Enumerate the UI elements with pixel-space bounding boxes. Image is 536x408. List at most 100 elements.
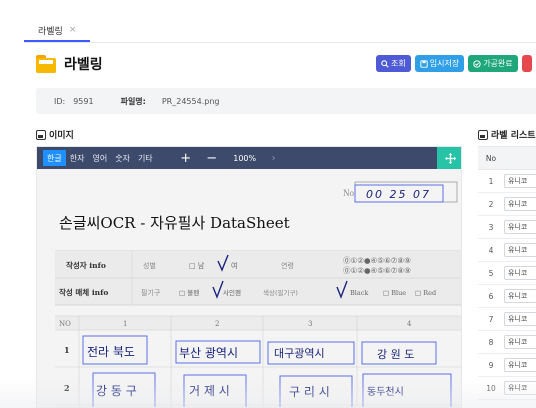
- viewer-toolbar: 한글 한자 영어 숫자 기타 + − 100% ›: [37, 147, 461, 169]
- lang-etc-button[interactable]: 기타: [134, 150, 157, 166]
- close-icon[interactable]: ×: [69, 25, 77, 35]
- handwriting-cell: 거 제 시: [189, 384, 230, 398]
- tab-label: 라벨링: [38, 26, 63, 37]
- tool-label: 필기구: [141, 288, 161, 297]
- lang-hanja-button[interactable]: 한자: [66, 150, 89, 166]
- unicode-select[interactable]: 유니코: [504, 174, 536, 188]
- row-no: 10: [486, 383, 496, 393]
- doc-title: 손글씨OCR - 자유필사 DataSheet: [59, 214, 290, 232]
- search-button-label: 조회: [391, 59, 406, 68]
- unicode-select[interactable]: 유니코: [504, 381, 536, 395]
- lang-number-button[interactable]: 숫자: [111, 150, 134, 166]
- writer-info-label: 작성자 info: [66, 260, 106, 270]
- doc-no-label: No: [343, 188, 354, 198]
- handwriting-cell: 대구광역시: [274, 347, 325, 360]
- temp-save-button-label: 임시저장: [429, 59, 460, 68]
- color-blue: □ Blue: [383, 289, 406, 297]
- row-no: 7: [488, 314, 494, 324]
- unicode-select[interactable]: 유니코: [504, 312, 536, 326]
- label-list-header: No: [478, 146, 536, 170]
- unicode-select[interactable]: 유니코: [504, 220, 536, 234]
- label-list-row[interactable]: 1 유니코: [478, 170, 536, 193]
- label-list-row[interactable]: 6 유니코: [478, 285, 536, 308]
- label-list-row[interactable]: 2 유니코: [478, 193, 536, 216]
- label-list-row[interactable]: 10 유니코: [478, 377, 536, 400]
- doc-no-value: 00 25 07: [366, 188, 431, 201]
- tab-labeling[interactable]: 라벨링 ×: [24, 20, 91, 42]
- age-digits-bottom: ⓪①②●④⑤⑥⑦⑧⑨: [343, 266, 411, 275]
- grid-header-1: 1: [123, 320, 127, 328]
- filename-label: 파일명:: [120, 96, 146, 106]
- unicode-select[interactable]: 유니코: [504, 289, 536, 303]
- unicode-select[interactable]: 유니코: [504, 335, 536, 349]
- tab-bar: 라벨링 ×: [24, 20, 91, 42]
- grid-row-no: 2: [64, 383, 70, 393]
- zoom-in-button[interactable]: +: [173, 151, 199, 166]
- row-no: 9: [488, 360, 494, 370]
- image-section-label: 이미지: [49, 131, 74, 141]
- image-section-title: 이미지: [36, 128, 74, 141]
- unicode-select[interactable]: 유니코: [504, 358, 536, 372]
- tool-sign: 사인펜: [223, 288, 241, 297]
- row-no: 4: [488, 245, 494, 255]
- row-no: 1: [488, 176, 494, 186]
- handwriting-cell: 부산 광역시: [179, 346, 238, 360]
- folder-icon: [36, 55, 56, 73]
- unicode-select[interactable]: 유니코: [504, 266, 536, 280]
- search-button[interactable]: 조회: [376, 55, 411, 72]
- complete-button[interactable]: 가공완료: [468, 55, 518, 72]
- grid-header-3: 3: [308, 320, 312, 328]
- filename-value: PR_24554.png: [161, 96, 220, 106]
- save-icon: [420, 59, 428, 68]
- action-buttons: 조회 임시저장 가공완료: [376, 55, 532, 72]
- row-no: 3: [488, 222, 494, 232]
- label-list-row[interactable]: 4 유니코: [478, 239, 536, 262]
- check-circle-icon: [473, 59, 481, 68]
- label-list-row[interactable]: 7 유니코: [478, 308, 536, 331]
- color-label: 색상(필기구): [263, 288, 298, 297]
- header-no: No: [485, 153, 497, 163]
- color-red: □ Red: [415, 289, 436, 297]
- chevron-right-icon[interactable]: ›: [265, 153, 283, 164]
- label-list-row[interactable]: 9 유니코: [478, 354, 536, 377]
- temp-save-button[interactable]: 임시저장: [414, 55, 465, 72]
- label-list-row[interactable]: 8 유니코: [478, 331, 536, 354]
- lang-korean-button[interactable]: 한글: [43, 150, 66, 166]
- move-icon[interactable]: [437, 147, 461, 169]
- unicode-select[interactable]: 유니코: [504, 197, 536, 211]
- id-label: ID:: [54, 96, 66, 106]
- handwriting-cell: 구 리 시: [289, 385, 330, 399]
- handwriting-cell: 강 원 도: [377, 348, 414, 361]
- label-list-label: 라벨 리스트: [491, 131, 536, 141]
- label-list-row[interactable]: 5 유니코: [478, 262, 536, 285]
- color-black: Black: [350, 289, 368, 297]
- complete-button-label: 가공완료: [483, 59, 513, 68]
- document-canvas: No 00 25 07 손글씨OCR - 자유필사 DataSheet 작성자 …: [37, 169, 461, 407]
- grid-row-no: 1: [64, 345, 70, 355]
- file-info-bar: ID: 9591 파일명: PR_24554.png: [36, 88, 536, 114]
- unicode-select[interactable]: 유니코: [504, 243, 536, 257]
- zoom-out-button[interactable]: −: [199, 151, 225, 166]
- document-image: No 00 25 07 손글씨OCR - 자유필사 DataSheet 작성자 …: [37, 169, 461, 407]
- zoom-level: 100%: [233, 153, 257, 163]
- extra-button[interactable]: [521, 55, 532, 72]
- row-no: 5: [488, 268, 494, 278]
- gender-label: 성별: [143, 261, 156, 270]
- grid-header-no: NO: [59, 320, 71, 328]
- gender-male: □ 남: [189, 261, 205, 270]
- grid-header-4: 4: [407, 320, 412, 328]
- page-header: 라벨링: [36, 54, 103, 74]
- grid-header-2: 2: [215, 320, 219, 328]
- row-no: 8: [488, 337, 494, 347]
- image-viewer: 한글 한자 영어 숫자 기타 + − 100% › No 00 25 07 손글…: [36, 146, 462, 408]
- handwriting-cell: 강 동 구: [96, 384, 137, 398]
- age-label: 연령: [281, 262, 294, 270]
- label-list-title: 라벨 리스트: [478, 128, 536, 141]
- search-icon: [381, 59, 389, 68]
- lang-english-button[interactable]: 영어: [88, 150, 111, 166]
- id-value: 9591: [73, 96, 94, 106]
- page-title: 라벨링: [64, 57, 103, 73]
- tab-divider: [24, 42, 536, 43]
- tool-pen: □ 볼펜: [179, 288, 199, 297]
- label-list-row[interactable]: 3 유니코: [478, 216, 536, 239]
